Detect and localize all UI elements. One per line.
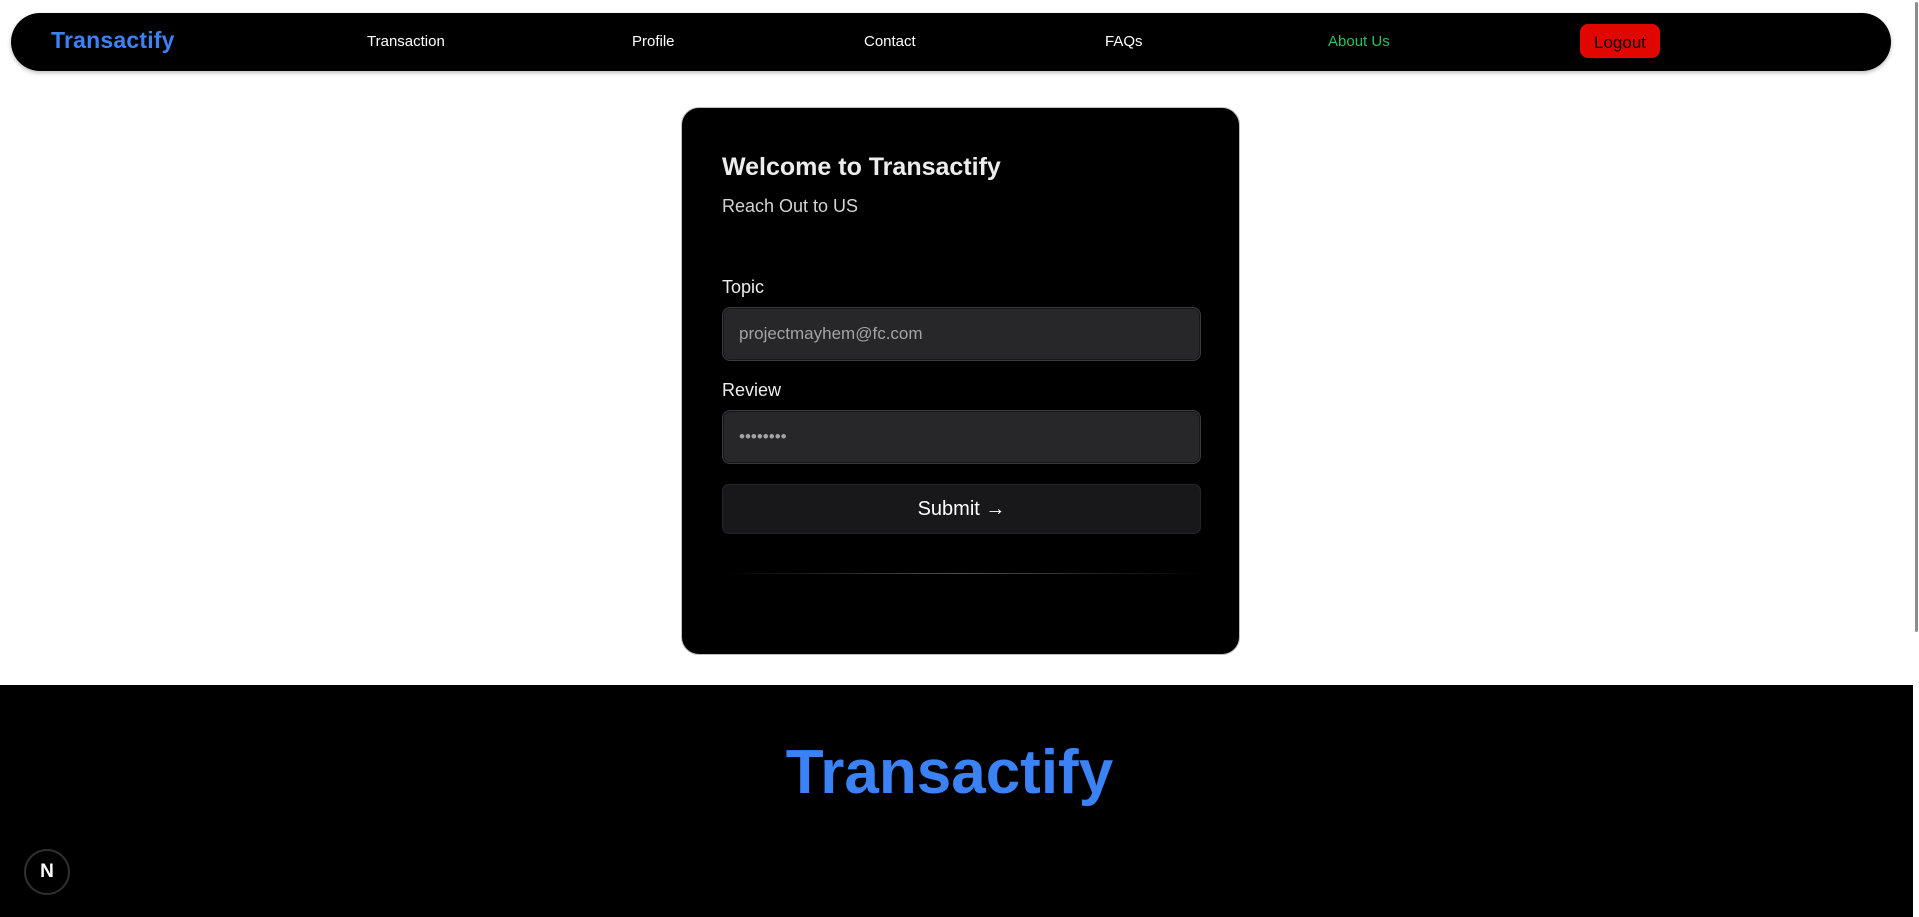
next-dev-indicator-icon[interactable]: N: [24, 849, 70, 895]
contact-form-card: Welcome to Transactify Reach Out to US T…: [681, 107, 1240, 655]
top-navbar: Transactify Transaction Profile Contact …: [11, 13, 1891, 71]
nav-link-about-us[interactable]: About Us: [1328, 33, 1390, 50]
submit-button[interactable]: Submit →: [722, 484, 1201, 534]
card-title: Welcome to Transactify: [722, 153, 1001, 181]
review-label: Review: [722, 380, 782, 400]
topic-label: Topic: [722, 277, 765, 297]
card-subtitle: Reach Out to US: [722, 196, 859, 216]
footer-brand: Transactify: [785, 738, 1114, 807]
scrollbar-thumb[interactable]: [1915, 2, 1918, 632]
review-input[interactable]: [722, 410, 1201, 464]
topic-input[interactable]: [722, 307, 1201, 361]
next-badge-letter: N: [40, 861, 54, 882]
nav-link-profile[interactable]: Profile: [632, 33, 675, 50]
nav-link-transaction[interactable]: Transaction: [367, 33, 445, 50]
card-divider: [722, 573, 1201, 574]
nav-link-faqs[interactable]: FAQs: [1105, 33, 1143, 50]
logout-button[interactable]: Logout: [1580, 24, 1660, 58]
brand-logo-link[interactable]: Transactify: [51, 27, 175, 54]
nav-link-contact[interactable]: Contact: [864, 33, 916, 50]
page-footer: Transactify: [0, 685, 1919, 917]
